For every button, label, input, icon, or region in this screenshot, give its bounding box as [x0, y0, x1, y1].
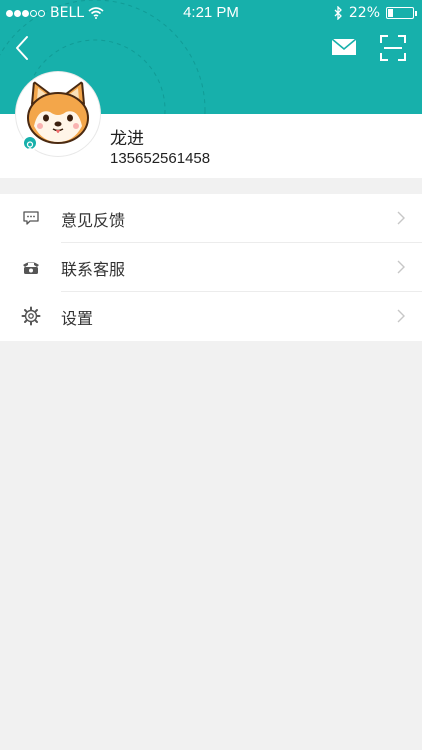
- battery-icon: [386, 7, 417, 19]
- feedback-chat-icon: [23, 211, 39, 225]
- menu-item-label: 联系客服: [61, 260, 126, 279]
- menu-item-feedback[interactable]: 意见反馈: [0, 194, 422, 243]
- chevron-right-icon: [397, 211, 405, 225]
- chevron-right-icon: [397, 309, 405, 323]
- battery-percent: 22%: [348, 5, 380, 21]
- menu-list: 意见反馈 联系客服 设置: [0, 194, 422, 341]
- menu-item-settings[interactable]: 设置: [0, 292, 422, 341]
- back-button[interactable]: [12, 34, 36, 62]
- mail-icon: [331, 38, 357, 55]
- female-icon: [22, 135, 38, 151]
- telephone-icon: [23, 262, 39, 274]
- chevron-left-icon: [16, 36, 28, 60]
- message-button[interactable]: [330, 36, 358, 58]
- user-phone: 135652561458: [110, 150, 211, 167]
- scan-button[interactable]: [380, 35, 406, 61]
- user-name: 龙进: [110, 129, 144, 149]
- menu-item-label: 意见反馈: [61, 211, 126, 230]
- status-bar: BELL 4:21 PM 22%: [0, 0, 422, 26]
- chevron-right-icon: [397, 260, 405, 274]
- menu-item-customer-service[interactable]: 联系客服: [0, 243, 422, 292]
- menu-item-label: 设置: [61, 309, 94, 328]
- bluetooth-icon: [334, 6, 342, 20]
- gear-icon: [21, 306, 41, 326]
- scan-icon: [380, 35, 406, 61]
